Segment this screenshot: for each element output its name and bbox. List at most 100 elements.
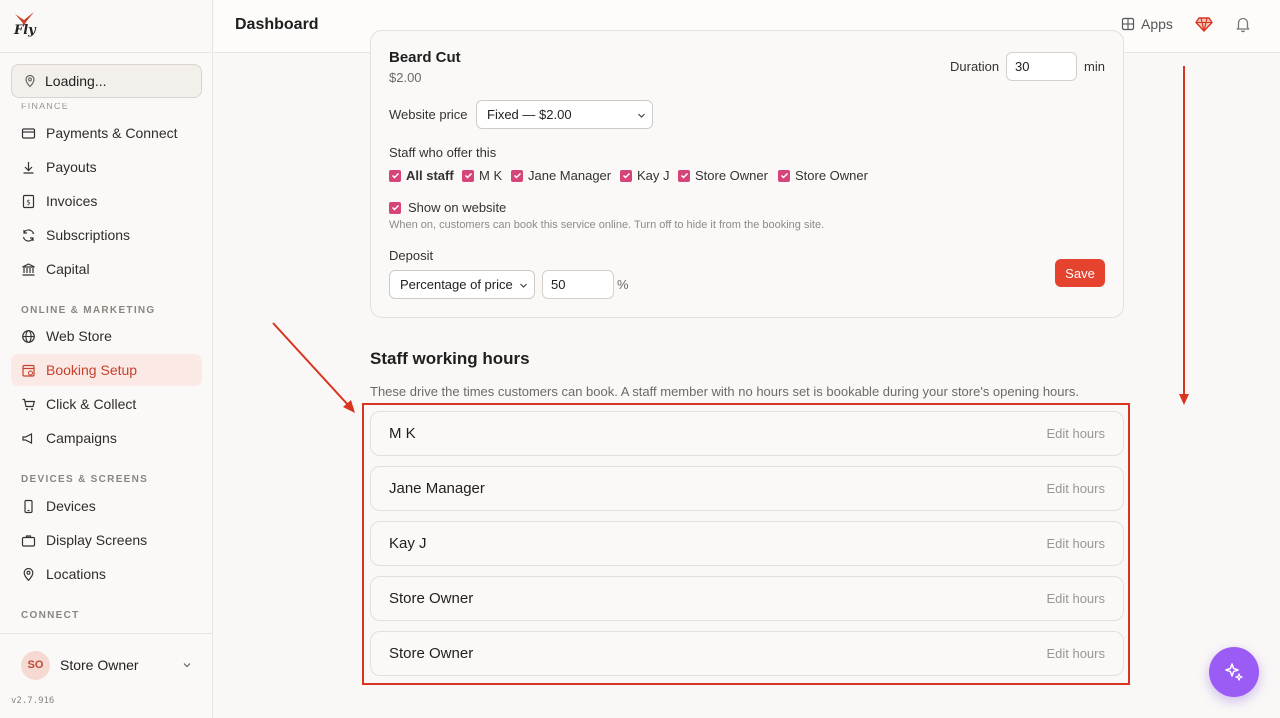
logo-text: Fly xyxy=(14,23,36,38)
section-label-online: ONLINE & MARKETING xyxy=(21,305,156,316)
invoice-icon: $ xyxy=(22,194,35,208)
deposit-type-value: Percentage of price xyxy=(400,277,513,292)
section-description: These drive the times customers can book… xyxy=(370,384,1079,399)
calendar-icon xyxy=(22,364,35,377)
sidebar-item-subscriptions[interactable]: Subscriptions xyxy=(11,219,202,251)
checkbox-label: All staff xyxy=(406,168,454,183)
staff-checkbox-jane[interactable]: Jane Manager xyxy=(511,168,611,183)
sidebar-item-label: Payouts xyxy=(46,159,97,175)
download-icon xyxy=(23,161,34,174)
checkbox-checked-icon xyxy=(389,201,401,214)
staff-checkbox-store-owner-2[interactable]: Store Owner xyxy=(778,168,868,183)
sidebar-item-web-store[interactable]: Web Store xyxy=(11,320,202,352)
sidebar-item-label: Campaigns xyxy=(46,430,117,446)
location-select[interactable]: Loading... xyxy=(11,64,202,98)
bell-icon[interactable] xyxy=(1234,15,1252,33)
sidebar-item-label: Capital xyxy=(46,261,90,277)
show-on-website-checkbox[interactable]: Show on website xyxy=(389,200,506,215)
checkbox-checked-icon xyxy=(778,169,790,182)
sparkle-icon xyxy=(1225,663,1243,681)
checkbox-checked-icon xyxy=(389,169,401,182)
checkbox-label: Kay J xyxy=(637,168,670,183)
website-price-value: Fixed — $2.00 xyxy=(487,107,572,122)
divider xyxy=(0,633,213,634)
checkbox-label: M K xyxy=(479,168,503,183)
sidebar-item-capital[interactable]: Capital xyxy=(11,253,202,285)
annotation-arrow-diagonal xyxy=(272,322,355,413)
annotation-highlight-box xyxy=(362,403,1130,685)
sidebar-item-invoices[interactable]: $ Invoices xyxy=(11,185,202,217)
megaphone-icon xyxy=(22,432,33,444)
location-select-label: Loading... xyxy=(45,73,107,89)
sidebar-item-label: Subscriptions xyxy=(46,227,131,243)
checkbox-checked-icon xyxy=(511,169,523,182)
section-title: Staff working hours xyxy=(370,349,530,368)
ai-assistant-button[interactable] xyxy=(1209,647,1259,697)
chevron-down-icon xyxy=(638,113,645,118)
cart-icon xyxy=(22,398,36,410)
website-price-select[interactable]: Fixed — $2.00 xyxy=(476,100,653,129)
duration-label: Duration xyxy=(950,59,1000,74)
staff-checkbox-kay[interactable]: Kay J xyxy=(620,168,670,183)
section-label-devices: DEVICES & SCREENS xyxy=(21,474,149,485)
svg-text:$: $ xyxy=(26,198,30,206)
sidebar-item-display-screens[interactable]: Display Screens xyxy=(11,524,202,556)
sidebar-item-booking-setup[interactable]: Booking Setup xyxy=(11,354,202,386)
checkbox-checked-icon xyxy=(678,169,690,182)
staff-checkbox-store-owner[interactable]: Store Owner xyxy=(678,168,768,183)
user-name: Store Owner xyxy=(60,657,139,673)
website-price-label: Website price xyxy=(389,107,468,122)
gem-icon[interactable] xyxy=(1195,15,1213,33)
deposit-label: Deposit xyxy=(389,248,434,263)
sidebar-item-campaigns[interactable]: Campaigns xyxy=(11,422,202,454)
sidebar-item-label: Locations xyxy=(46,566,106,582)
pin-icon xyxy=(23,567,34,581)
sidebar-item-payouts[interactable]: Payouts xyxy=(11,151,202,183)
show-on-website-help: When on, customers can book this service… xyxy=(389,219,825,231)
pin-icon xyxy=(25,74,35,88)
sidebar-item-click-collect[interactable]: Click & Collect xyxy=(11,388,202,420)
divider xyxy=(0,52,213,53)
checkbox-label: Jane Manager xyxy=(528,168,612,183)
sidebar-item-label: Click & Collect xyxy=(46,396,137,412)
staff-checkbox-mk[interactable]: M K xyxy=(462,168,502,183)
deposit-type-select[interactable]: Percentage of price xyxy=(389,270,535,299)
briefcase-icon xyxy=(21,534,36,547)
staff-offer-label: Staff who offer this xyxy=(389,145,497,160)
bank-icon xyxy=(22,262,35,276)
app-version: v2.7.916 xyxy=(11,696,55,706)
save-button[interactable]: Save xyxy=(1055,259,1105,287)
checkbox-checked-icon xyxy=(620,169,632,182)
section-label-finance: FINANCE xyxy=(21,103,69,111)
checkbox-label: Show on website xyxy=(408,200,507,215)
service-price: $2.00 xyxy=(389,70,422,85)
avatar: SO xyxy=(21,650,50,680)
phone-icon xyxy=(24,499,33,513)
grid-icon xyxy=(1121,17,1135,31)
deposit-amount-input[interactable]: 50 xyxy=(542,270,614,299)
service-name: Beard Cut xyxy=(389,49,461,66)
apps-button[interactable]: Apps xyxy=(1121,16,1173,32)
globe-icon xyxy=(22,329,35,343)
apps-label: Apps xyxy=(1141,16,1173,32)
chevron-down-icon xyxy=(520,283,527,288)
sidebar-item-devices[interactable]: Devices xyxy=(11,490,202,522)
duration-input[interactable]: 30 xyxy=(1006,52,1077,81)
sidebar-item-locations[interactable]: Locations xyxy=(11,558,202,590)
refresh-icon xyxy=(22,228,35,242)
user-menu[interactable]: SO Store Owner xyxy=(21,650,193,680)
annotation-arrow-down xyxy=(1179,66,1189,405)
sidebar-item-label: Booking Setup xyxy=(46,362,138,378)
sidebar-item-label: Web Store xyxy=(46,328,112,344)
page-title: Dashboard xyxy=(235,16,319,33)
duration-unit: min xyxy=(1084,59,1105,74)
sidebar: Fly Loading... FINANCE Payments & Connec… xyxy=(0,0,213,718)
sidebar-item-label: Payments & Connect xyxy=(46,125,178,141)
deposit-unit: % xyxy=(617,277,629,292)
sidebar-item-payments[interactable]: Payments & Connect xyxy=(11,117,202,149)
checkbox-checked-icon xyxy=(462,169,474,182)
checkbox-label: Store Owner xyxy=(695,168,768,183)
chevron-down-icon xyxy=(183,663,191,668)
section-label-connect: CONNECT xyxy=(21,610,80,621)
staff-checkbox-all[interactable]: All staff xyxy=(389,168,454,183)
